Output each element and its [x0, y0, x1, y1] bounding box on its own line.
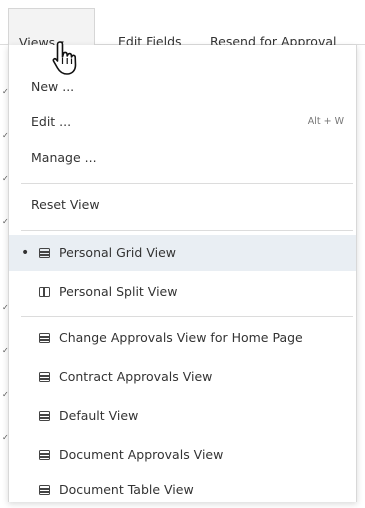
row-marker: ✓ [2, 346, 9, 355]
menu-item-view[interactable]: Default View [9, 398, 356, 434]
menu-item-view-label: Change Approvals View for Home Page [59, 330, 303, 345]
menu-item-view[interactable]: Change Approvals View for Home Page [9, 320, 356, 356]
menu-item-personal-grid-label: Personal Grid View [59, 245, 176, 260]
menu-item-edit[interactable]: Edit ... Alt + W [9, 104, 356, 140]
row-marker: ✓ [2, 174, 9, 183]
row-marker: ✓ [2, 87, 9, 96]
menu-item-personal-grid-view[interactable]: • Personal Grid View [9, 235, 356, 271]
menu-item-view-label: Document Table View [59, 482, 194, 497]
row-marker: ✓ [2, 303, 9, 312]
split-view-icon [39, 287, 50, 297]
row-marker: ✓ [2, 433, 9, 442]
menu-separator [21, 316, 353, 317]
menu-item-view[interactable]: Document Approvals View [9, 437, 356, 473]
menu-item-view-label: Contract Approvals View [59, 369, 213, 384]
menu-item-reset-label: Reset View [31, 197, 100, 212]
menu-item-manage[interactable]: Manage ... [9, 140, 356, 176]
menu-separator [21, 230, 353, 231]
shortcut-hint: Alt + W [307, 116, 344, 127]
grid-view-icon [39, 333, 50, 343]
menu-item-manage-label: Manage ... [31, 150, 97, 165]
menu-item-personal-split-view[interactable]: Personal Split View [9, 274, 356, 310]
grid-view-icon [39, 248, 50, 258]
resend-for-approval-button[interactable]: Resend for Approval [210, 8, 336, 49]
grid-view-icon [39, 411, 50, 421]
menu-item-view-label: Default View [59, 408, 139, 423]
hand-pointer-icon [52, 41, 77, 75]
grid-view-icon [39, 372, 50, 382]
grid-view-icon [39, 485, 50, 495]
row-marker: ✓ [2, 217, 9, 226]
edit-fields-button[interactable]: Edit Fields [118, 8, 182, 49]
menu-item-view[interactable]: Document Table View [9, 472, 356, 508]
views-dropdown-menu: New ... Edit ... Alt + W Manage ... Rese… [8, 45, 357, 502]
toolbar: Views▾ Edit Fields Resend for Approval [0, 0, 365, 50]
menu-item-personal-split-label: Personal Split View [59, 284, 178, 299]
selected-bullet: • [21, 245, 30, 261]
menu-item-view-label: Document Approvals View [59, 447, 224, 462]
row-marker: ✓ [2, 390, 9, 399]
grid-view-icon [39, 450, 50, 460]
menu-item-reset-view[interactable]: Reset View [9, 187, 356, 223]
menu-separator [21, 183, 353, 184]
menu-item-edit-label: Edit ... [31, 114, 72, 129]
menu-item-new-label: New ... [31, 79, 75, 94]
menu-item-view[interactable]: Contract Approvals View [9, 359, 356, 395]
row-marker: ✓ [2, 131, 9, 140]
